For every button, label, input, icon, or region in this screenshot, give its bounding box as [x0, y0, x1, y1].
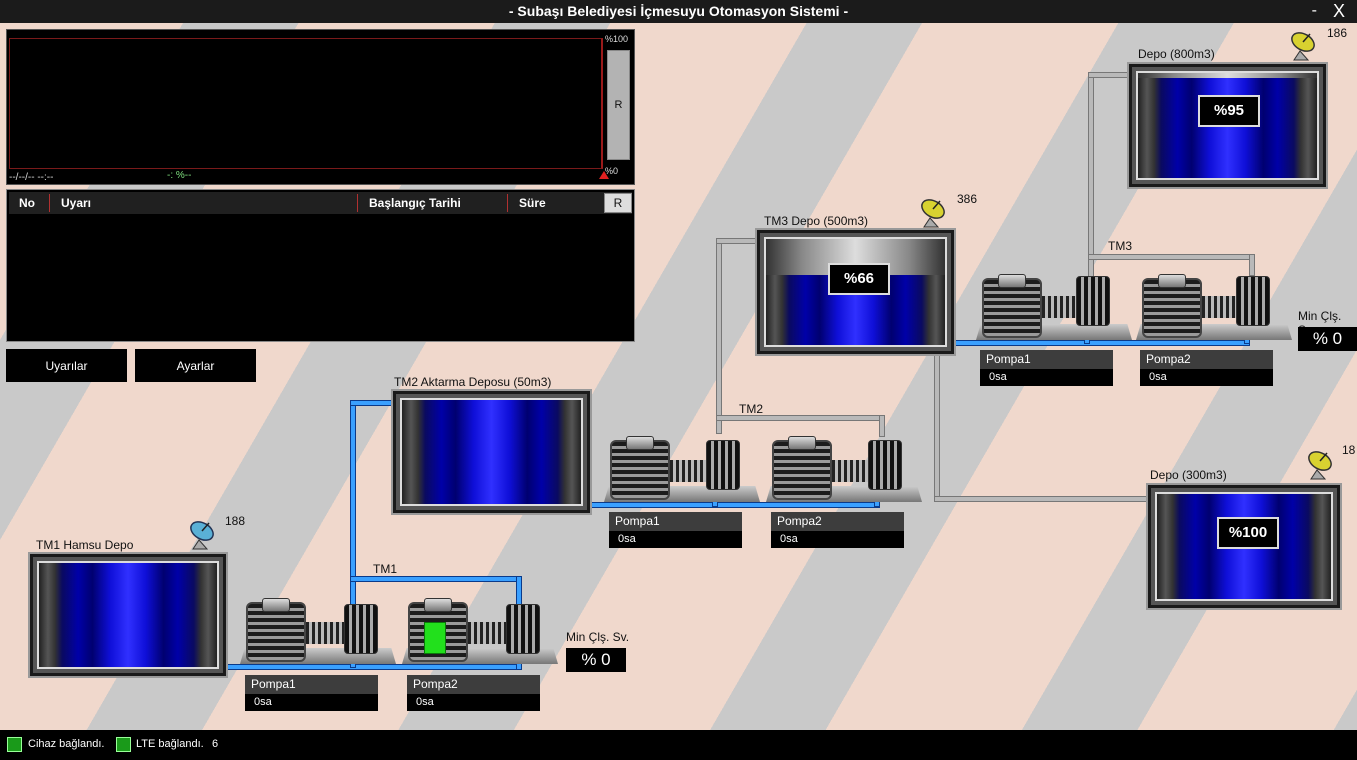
tm1-min-level-label: Min Çlş. Sv. [566, 630, 630, 644]
tm2-outlet-pipe [588, 502, 880, 508]
tm2-pump1-motor-cap [626, 436, 654, 450]
tm3-antenna-icon[interactable] [918, 196, 952, 230]
tm2-pump2-runtime: 0sa [771, 531, 904, 548]
tm3-pump2-head [1236, 276, 1270, 326]
column-separator [507, 194, 508, 212]
tm2-inlet-pipe [350, 400, 394, 406]
tm3-tank[interactable]: %66 [755, 228, 956, 356]
column-separator [49, 194, 50, 212]
tm1-antenna-icon[interactable] [187, 518, 221, 552]
column-start-date: Başlangıç Tarihi [369, 196, 461, 210]
chart-plot-area [9, 38, 603, 169]
tm1-tank-water [37, 561, 219, 669]
chart-value-label: -: %-- [167, 170, 192, 181]
tm2-pump1-runtime: 0sa [609, 531, 742, 548]
tm3-antenna-count: 386 [957, 192, 978, 206]
tm3-bypass-drop-pipe [1249, 254, 1255, 276]
tm3-pump2-runtime: 0sa [1140, 369, 1273, 386]
tm3-level-value: %66 [828, 263, 890, 295]
tm1-antenna-count: 188 [225, 514, 246, 528]
depo800-tank-label: Depo (800m3) [1138, 47, 1215, 61]
tm3-bypass-pipe [1088, 254, 1254, 260]
tm2-pump2-head [868, 440, 902, 490]
tm2-pump2-motor-cap [788, 436, 816, 450]
tm1-tank-label: TM1 Hamsu Depo [36, 538, 134, 552]
tm1-min-level-value[interactable]: % 0 [566, 648, 626, 672]
alarm-table-header: No Uyarı Başlangıç Tarihi Süre [9, 192, 632, 214]
window-title: - Subaşı Belediyesi İçmesuyu Otomasyon S… [508, 3, 849, 19]
tm2-pump1-name[interactable]: Pompa1 [609, 512, 742, 531]
tm1-pump1-runtime: 0sa [245, 694, 378, 711]
depo800-level-value: %95 [1198, 95, 1260, 127]
lte-status-text: LTE bağlandı. [136, 738, 204, 750]
tm2-riser-pipe [716, 238, 722, 434]
tm2-tank[interactable] [391, 389, 592, 515]
depo800-tank-empty-space [1138, 73, 1317, 79]
depo300-tank[interactable]: %100 [1146, 483, 1342, 610]
tm3-pump2-name[interactable]: Pompa2 [1140, 350, 1273, 369]
alarm-table: No Uyarı Başlangıç Tarihi Süre R [6, 189, 635, 342]
depo800-tank[interactable]: %95 [1127, 62, 1328, 189]
minimize-button[interactable]: - [1312, 0, 1317, 22]
tm1-pump1-motor-cap [262, 598, 290, 612]
depo800-inlet-pipe [1088, 72, 1130, 78]
depo300-tank-label: Depo (300m3) [1150, 468, 1227, 482]
warnings-button[interactable]: Uyarılar [6, 349, 127, 382]
tm1-pump2-name[interactable]: Pompa2 [407, 675, 540, 694]
depo300-antenna-icon[interactable] [1305, 448, 1339, 482]
chart-date-label: --/--/-- --:-- [9, 172, 54, 183]
depo300-riser-pipe [934, 350, 940, 502]
depo300-inlet-pipe [934, 496, 1150, 502]
signal-value: 6 [212, 738, 219, 750]
tm1-pump1-name[interactable]: Pompa1 [245, 675, 378, 694]
trend-chart: %100 R %0 --/--/-- --:-- -: %-- [6, 29, 635, 185]
tm2-pump2-name[interactable]: Pompa2 [771, 512, 904, 531]
device-status-led-icon [7, 737, 22, 752]
depo800-antenna-count: 186 [1327, 26, 1348, 40]
chart-reset-button[interactable]: R [607, 50, 630, 160]
status-bar: Cihaz bağlandı. LTE bağlandı. 6 [0, 730, 1357, 760]
tm1-bypass-pipe [350, 576, 522, 582]
tm1-pump2-running-indicator [424, 622, 446, 654]
tm1-outlet-pipe [226, 664, 518, 670]
depo300-level-value: %100 [1217, 517, 1279, 549]
chart-cursor-marker-icon[interactable] [599, 171, 609, 179]
depo300-antenna-count: 18 [1342, 443, 1356, 457]
tm2-station-label: TM2 [739, 402, 763, 416]
tm2-pump1-head [706, 440, 740, 490]
tm2-tank-water [400, 398, 583, 506]
tm3-pump1-name[interactable]: Pompa1 [980, 350, 1113, 369]
column-no: No [19, 196, 35, 210]
tm3-pump1-head [1076, 276, 1110, 326]
tm3-min-level-value[interactable]: % 0 [1298, 327, 1357, 351]
device-status-text: Cihaz bağlandı. [28, 738, 105, 750]
column-duration: Süre [519, 196, 546, 210]
tm3-riser-pipe [1088, 72, 1094, 284]
lte-status-led-icon [116, 737, 131, 752]
close-button[interactable]: X [1333, 0, 1345, 22]
tm3-tank-label: TM3 Depo (500m3) [764, 214, 869, 228]
tm2-tank-label: TM2 Aktarma Deposu (50m3) [394, 375, 552, 389]
window-titlebar: - Subaşı Belediyesi İçmesuyu Otomasyon S… [0, 0, 1357, 23]
depo800-antenna-icon[interactable] [1288, 29, 1322, 63]
tm1-pump1-head [344, 604, 378, 654]
tm1-pump2-head [506, 604, 540, 654]
tm3-station-label: TM3 [1108, 239, 1132, 253]
alarm-reset-button[interactable]: R [604, 193, 632, 213]
tm1-tank[interactable] [28, 552, 228, 678]
tm3-outlet-pipe [952, 340, 1250, 346]
tm1-station-label: TM1 [373, 562, 397, 576]
tm1-pump2-runtime: 0sa [407, 694, 540, 711]
chart-top-label: %100 [605, 34, 629, 44]
settings-button[interactable]: Ayarlar [135, 349, 256, 382]
tm3-pump2-motor-cap [1158, 274, 1186, 288]
tm2-bypass-drop-pipe [879, 415, 885, 437]
column-separator [357, 194, 358, 212]
column-warning: Uyarı [61, 196, 92, 210]
tm3-pump1-runtime: 0sa [980, 369, 1113, 386]
tm3-inlet-pipe [716, 238, 758, 244]
tm3-pump1-motor-cap [998, 274, 1026, 288]
tm1-pump2-motor-cap [424, 598, 452, 612]
